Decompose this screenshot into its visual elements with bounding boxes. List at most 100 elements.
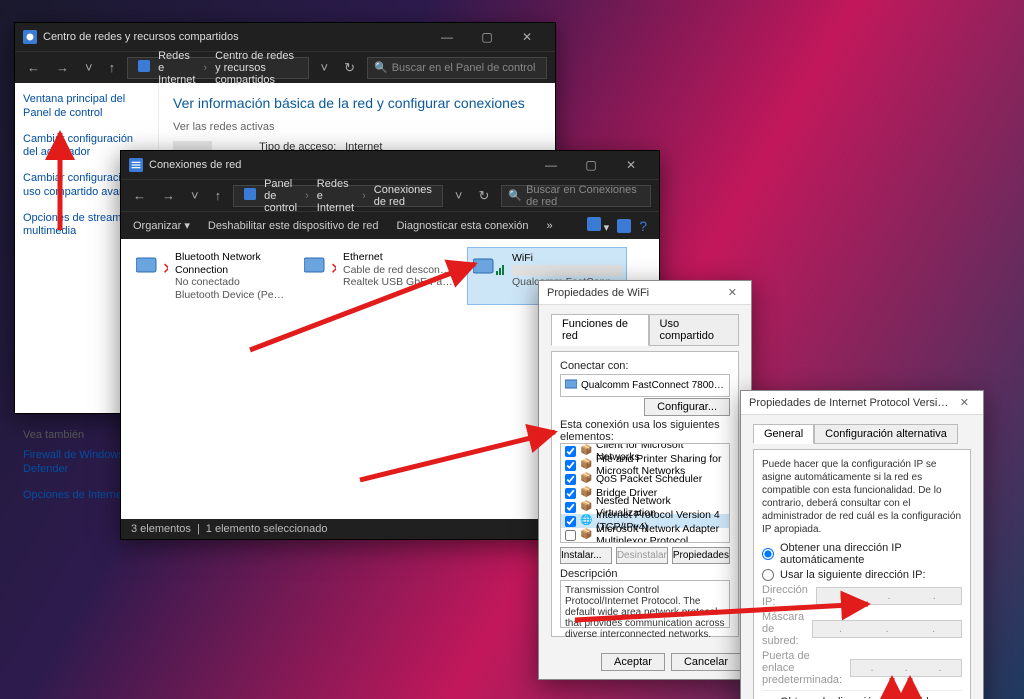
back-button[interactable]: ←	[23, 56, 44, 79]
back-button[interactable]: ←	[129, 184, 150, 207]
checkbox[interactable]	[565, 474, 576, 485]
tab-network-functions[interactable]: Funciones de red	[551, 314, 649, 346]
breadcrumb-item[interactable]: Conexiones de red	[370, 184, 436, 208]
component-icon: 📦	[580, 487, 592, 499]
configure-button[interactable]: Configurar...	[644, 398, 730, 416]
breadcrumb[interactable]: Panel de control › Redes e Internet › Co…	[233, 185, 443, 207]
subnet-mask-field: ...	[812, 620, 962, 638]
forward-button[interactable]: →	[52, 56, 73, 79]
radio-ip-manual-label[interactable]: Usar la siguiente dirección IP:	[780, 569, 926, 581]
disable-device-button[interactable]: Deshabilitar este dispositivo de red	[208, 220, 379, 232]
status-count: 3 elementos	[131, 523, 191, 535]
dialog-titlebar[interactable]: Propiedades de Internet Protocol Version…	[741, 391, 983, 415]
wifi-properties-dialog: Propiedades de WiFi ✕ Funciones de red U…	[538, 280, 752, 680]
radio-ip-manual[interactable]	[762, 569, 774, 581]
navbar: ← → ˅ ↑ Panel de control › Redes e Inter…	[121, 179, 659, 211]
sidebar-item-main[interactable]: Ventana principal del Panel de control	[23, 93, 150, 121]
uses-elements-label: Esta conexión usa los siguientes element…	[560, 419, 720, 443]
up-one-level-button[interactable]: ↑	[105, 56, 120, 79]
bluetooth-adapter-icon: ✕	[135, 251, 169, 281]
close-button[interactable]: ✕	[954, 394, 975, 411]
adapter-name: Bluetooth Network Connection	[175, 251, 287, 276]
titlebar[interactable]: Conexiones de red — ▢ ✕	[121, 151, 659, 179]
up-button[interactable]: ˅	[81, 56, 97, 79]
list-item[interactable]: 📦Microsoft Network Adapter Multiplexor P…	[561, 528, 729, 542]
toolbar: Organizar ▾ Deshabilitar este dispositiv…	[121, 211, 659, 239]
close-button[interactable]: ✕	[507, 30, 547, 44]
dialog-titlebar[interactable]: Propiedades de WiFi ✕	[539, 281, 751, 305]
components-listbox[interactable]: 📦Client for Microsoft Networks 📦File and…	[560, 443, 730, 543]
diagnose-button[interactable]: Diagnosticar esta conexión	[396, 220, 528, 232]
adapter-status: No conectado	[175, 276, 287, 289]
view-mode-button[interactable]: ▾	[587, 217, 610, 234]
maximize-button[interactable]: ▢	[467, 30, 507, 44]
component-icon: 📦	[580, 445, 592, 457]
preview-pane-button[interactable]	[617, 219, 631, 233]
maximize-button[interactable]: ▢	[571, 158, 611, 172]
refresh-button[interactable]: ↻	[474, 184, 493, 208]
search-placeholder: Buscar en el Panel de control	[392, 62, 536, 74]
dropdown-icon[interactable]: ˅	[451, 184, 467, 207]
breadcrumb-icon	[240, 188, 260, 203]
breadcrumb-item[interactable]: Panel de control	[260, 178, 301, 214]
description-label: Descripción	[560, 568, 617, 580]
cancel-button[interactable]: Cancelar	[671, 653, 741, 671]
radio-ip-auto-label[interactable]: Obtener una dirección IP automáticamente	[780, 542, 962, 566]
tab-alt-config[interactable]: Configuración alternativa	[814, 424, 958, 444]
adapter-ethernet[interactable]: ✕ Ethernet Cable de red desconectado Rea…	[299, 247, 459, 305]
organize-button[interactable]: Organizar ▾	[133, 219, 190, 232]
checkbox[interactable]	[565, 516, 576, 527]
breadcrumb-item[interactable]: Redes e Internet	[313, 178, 358, 214]
ok-button[interactable]: Aceptar	[601, 653, 665, 671]
dropdown-icon[interactable]: ˅	[317, 56, 333, 79]
minimize-button[interactable]: —	[531, 158, 571, 172]
install-button[interactable]: Instalar...	[560, 547, 612, 564]
description-text: Transmission Control Protocol/Internet P…	[560, 580, 730, 628]
search-input[interactable]: 🔍 Buscar en el Panel de control	[367, 57, 547, 79]
ethernet-adapter-icon: ✕	[303, 251, 337, 281]
search-input[interactable]: 🔍 Buscar en Conexiones de red	[501, 185, 651, 207]
checkbox[interactable]	[565, 488, 576, 499]
radio-ip-auto[interactable]	[762, 548, 774, 560]
checkbox[interactable]	[565, 502, 576, 513]
breadcrumb[interactable]: Redes e Internet › Centro de redes y rec…	[127, 57, 308, 79]
svg-text:✕: ✕	[330, 261, 336, 278]
up-button[interactable]: ˅	[187, 184, 203, 207]
tab-general[interactable]: General	[753, 424, 814, 444]
ip-address-label: Dirección IP:	[762, 584, 808, 608]
forward-button[interactable]: →	[158, 184, 179, 207]
tab-sharing[interactable]: Uso compartido	[649, 314, 739, 346]
component-label: Microsoft Network Adapter Multiplexor Pr…	[596, 523, 725, 543]
chevron-right-icon: ›	[301, 190, 313, 202]
checkbox[interactable]	[565, 446, 576, 457]
search-icon: 🔍	[508, 189, 522, 202]
close-button[interactable]: ✕	[611, 158, 651, 172]
more-button[interactable]: »	[547, 220, 553, 232]
uninstall-button[interactable]: Desinstalar	[616, 547, 668, 564]
checkbox[interactable]	[565, 530, 576, 541]
breadcrumb-item[interactable]: Redes e Internet	[154, 50, 199, 86]
chevron-right-icon: ›	[199, 62, 211, 74]
list-item[interactable]: 📦File and Printer Sharing for Microsoft …	[561, 458, 729, 472]
properties-button[interactable]: Propiedades	[672, 547, 730, 564]
checkbox[interactable]	[565, 460, 576, 471]
adapter-status	[512, 265, 622, 276]
intro-text: Puede hacer que la configuración IP se a…	[762, 458, 962, 536]
wifi-adapter-icon	[472, 252, 506, 282]
titlebar[interactable]: Centro de redes y recursos compartidos —…	[15, 23, 555, 51]
window-title: Conexiones de red	[149, 159, 241, 171]
component-icon: 🌐	[580, 515, 592, 527]
breadcrumb-item[interactable]: Centro de redes y recursos compartidos	[211, 50, 301, 86]
subnet-mask-label: Máscara de subred:	[762, 611, 804, 647]
close-button[interactable]: ✕	[722, 284, 743, 301]
minimize-button[interactable]: —	[427, 30, 467, 44]
adapter-name: Ethernet	[343, 251, 455, 264]
component-icon: 📦	[580, 529, 592, 541]
adapter-bluetooth[interactable]: ✕ Bluetooth Network Connection No conect…	[131, 247, 291, 305]
up-one-level-button[interactable]: ↑	[211, 184, 226, 207]
help-button[interactable]: ?	[639, 218, 647, 234]
gateway-field: ...	[850, 659, 962, 677]
gateway-label: Puerta de enlace predeterminada:	[762, 650, 842, 686]
component-icon: 📦	[580, 473, 592, 485]
refresh-button[interactable]: ↻	[340, 56, 359, 80]
